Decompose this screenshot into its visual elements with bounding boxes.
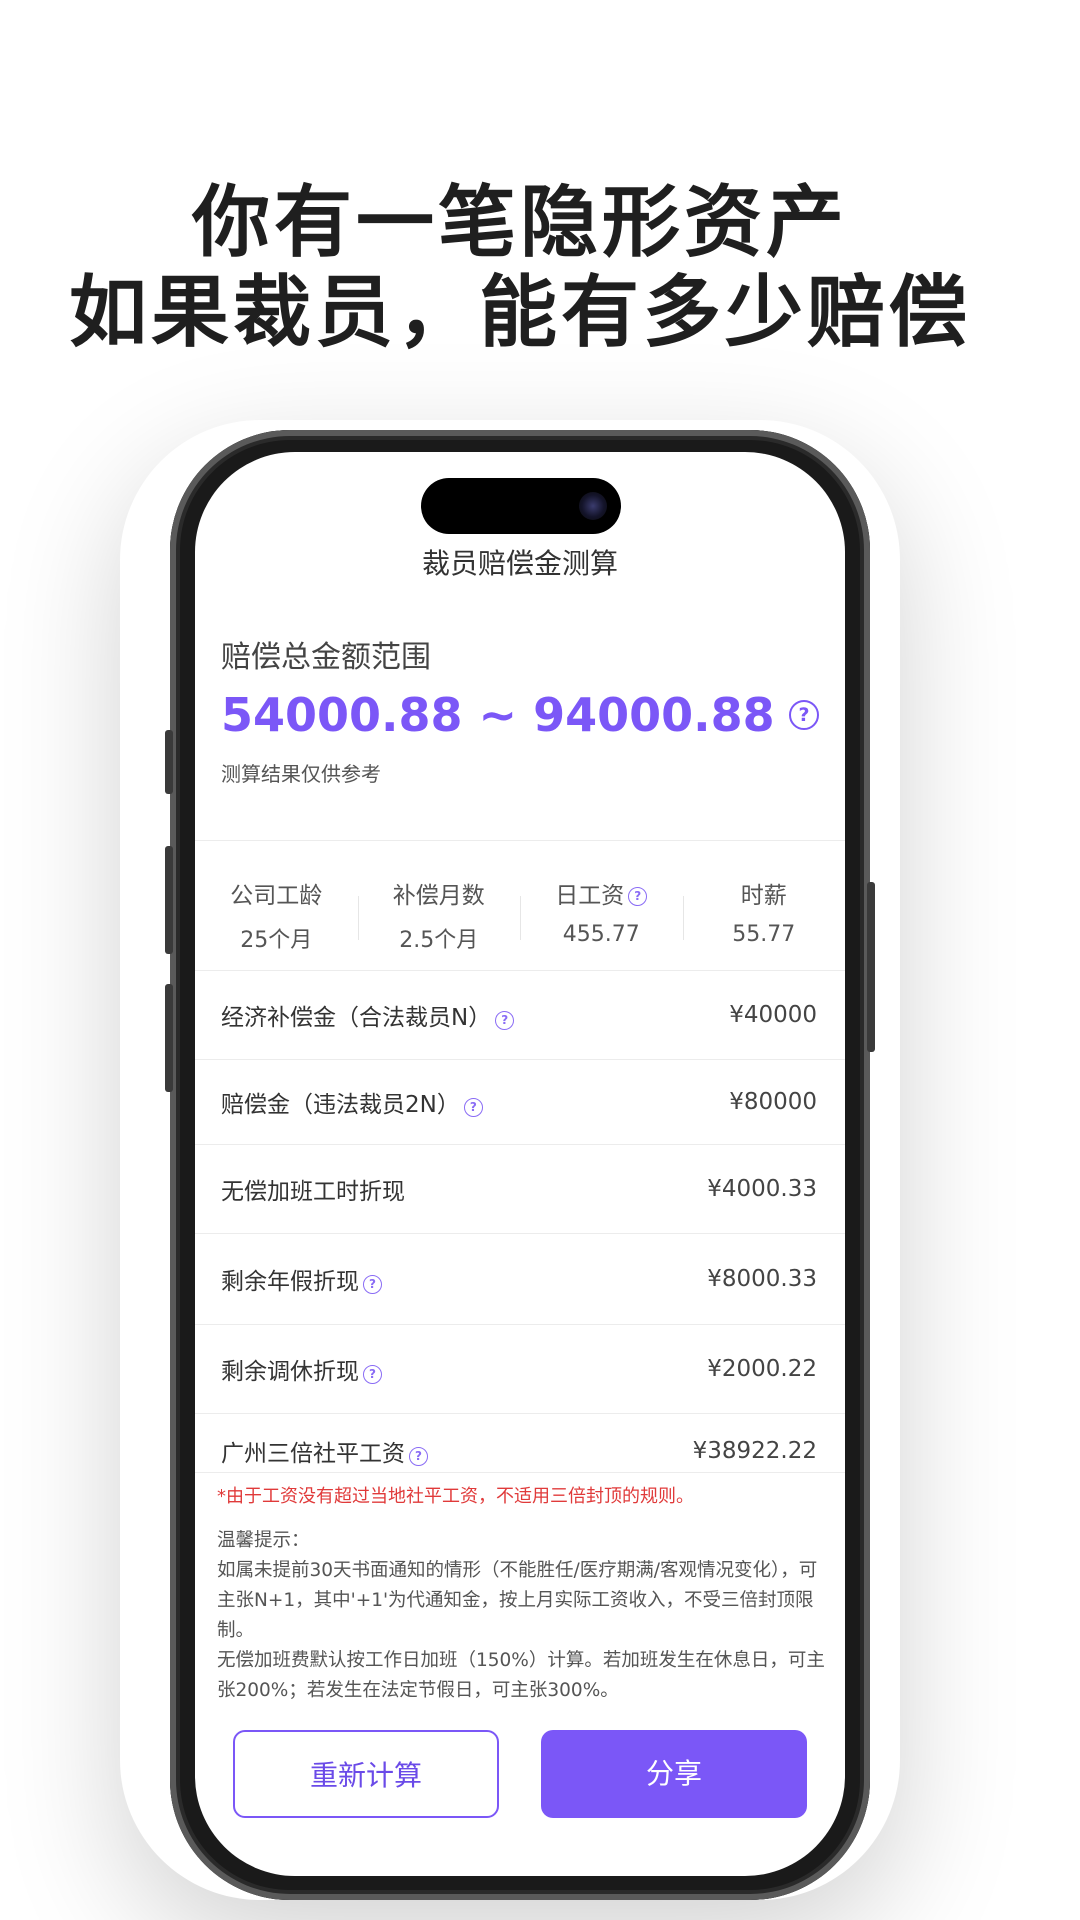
help-icon[interactable]: ?	[495, 1011, 515, 1030]
row-economic-compensation: 经济补偿金（合法裁员N）? ¥40000	[195, 971, 845, 1059]
row-label: 无偿加班工时折现	[221, 1179, 405, 1205]
total-amount-range: 54000.88 ~ 94000.88	[221, 688, 775, 742]
help-icon[interactable]: ?	[409, 1447, 428, 1466]
total-help-icon[interactable]: ?	[789, 700, 819, 730]
total-amount-label: 赔偿总金额范围	[221, 640, 431, 675]
row-label: 经济补偿金（合法裁员N）	[221, 1005, 492, 1031]
phone-power-button	[867, 882, 875, 1052]
row-triple-avg-wage: 广州三倍社平工资? ¥38922.22	[195, 1414, 845, 1488]
row-label: 剩余调休折现	[221, 1359, 359, 1385]
row-label: 广州三倍社平工资	[221, 1441, 405, 1467]
divider	[195, 1472, 845, 1473]
row-value: ¥2000.22	[707, 1356, 817, 1382]
stat-label: 日工资	[555, 883, 625, 909]
row-label-wrap: 赔偿金（违法裁员2N）?	[221, 1085, 483, 1119]
stat-value: 2.5个月	[399, 928, 479, 953]
stat-label: 补偿月数	[392, 883, 485, 909]
help-icon[interactable]: ?	[628, 887, 648, 906]
nav-title: 裁员赔偿金测算	[421, 547, 618, 580]
tips-title: 温馨提示：	[217, 1530, 310, 1551]
share-button[interactable]: 分享	[541, 1730, 807, 1818]
row-label: 剩余年假折现	[221, 1269, 359, 1295]
row-value: ¥4000.33	[707, 1176, 817, 1202]
help-icon[interactable]: ?	[363, 1275, 382, 1294]
stat-hourly-wage: 时薪 55.77	[682, 856, 846, 964]
stat-seniority: 公司工龄 25个月	[195, 856, 358, 964]
phone-volume-up-button	[165, 846, 173, 954]
stat-value: 455.77	[562, 922, 640, 947]
row-comp-time: 剩余调休折现? ¥2000.22	[195, 1325, 845, 1413]
stat-daily-wage: 日工资? 455.77	[520, 856, 683, 964]
row-label: 赔偿金（违法裁员2N）	[221, 1092, 460, 1118]
dynamic-island	[421, 478, 621, 534]
warning-text: *由于工资没有超过当地社平工资，不适用三倍封顶的规则。	[217, 1486, 694, 1507]
help-icon[interactable]: ?	[363, 1365, 382, 1384]
row-illegal-compensation: 赔偿金（违法裁员2N）? ¥80000	[195, 1060, 845, 1144]
row-label-wrap: 剩余年假折现?	[221, 1262, 382, 1296]
stat-label: 时薪	[740, 883, 787, 909]
tips-paragraph-2: 无偿加班费默认按工作日加班（150%）计算。若加班发生在休息日，可主张200%；…	[217, 1650, 825, 1701]
row-label-wrap: 剩余调休折现?	[221, 1352, 382, 1386]
stats-bar: 公司工龄 25个月 补偿月数 2.5个月 日工资? 455.77 时薪 55.7…	[195, 856, 845, 964]
help-icon[interactable]: ?	[463, 1098, 483, 1117]
phone-action-button	[165, 730, 173, 794]
stat-value: 55.77	[732, 922, 796, 947]
row-label-wrap: 广州三倍社平工资?	[221, 1434, 428, 1468]
row-value: ¥38922.22	[692, 1438, 817, 1464]
row-value: ¥8000.33	[707, 1266, 817, 1292]
row-unpaid-overtime: 无偿加班工时折现 ¥4000.33	[195, 1145, 845, 1233]
stat-label: 公司工龄	[230, 883, 323, 909]
phone-screen: 裁员赔偿金测算 赔偿总金额范围 54000.88 ~ 94000.88 ? 测算…	[195, 452, 845, 1876]
total-note: 测算结果仅供参考	[221, 762, 381, 786]
tips-block: 温馨提示： 如属未提前30天书面通知的情形（不能胜任/医疗期满/客观情况变化），…	[217, 1526, 827, 1706]
divider	[195, 840, 845, 841]
tips-paragraph-1: 如属未提前30天书面通知的情形（不能胜任/医疗期满/客观情况变化），可主张N+1…	[217, 1560, 818, 1641]
row-label-wrap: 经济补偿金（合法裁员N）?	[221, 998, 515, 1032]
recalculate-button[interactable]: 重新计算	[233, 1730, 499, 1818]
row-value: ¥40000	[729, 1002, 817, 1028]
stat-comp-months: 补偿月数 2.5个月	[357, 856, 521, 964]
row-value: ¥80000	[729, 1089, 817, 1115]
camera-icon	[579, 492, 607, 520]
stat-label-wrap: 日工资?	[520, 876, 683, 910]
row-annual-leave: 剩余年假折现? ¥8000.33	[195, 1234, 845, 1324]
headline-line-2: 如果裁员，能有多少赔偿	[68, 268, 971, 358]
stat-value: 25个月	[240, 928, 313, 953]
phone-volume-down-button	[165, 984, 173, 1092]
